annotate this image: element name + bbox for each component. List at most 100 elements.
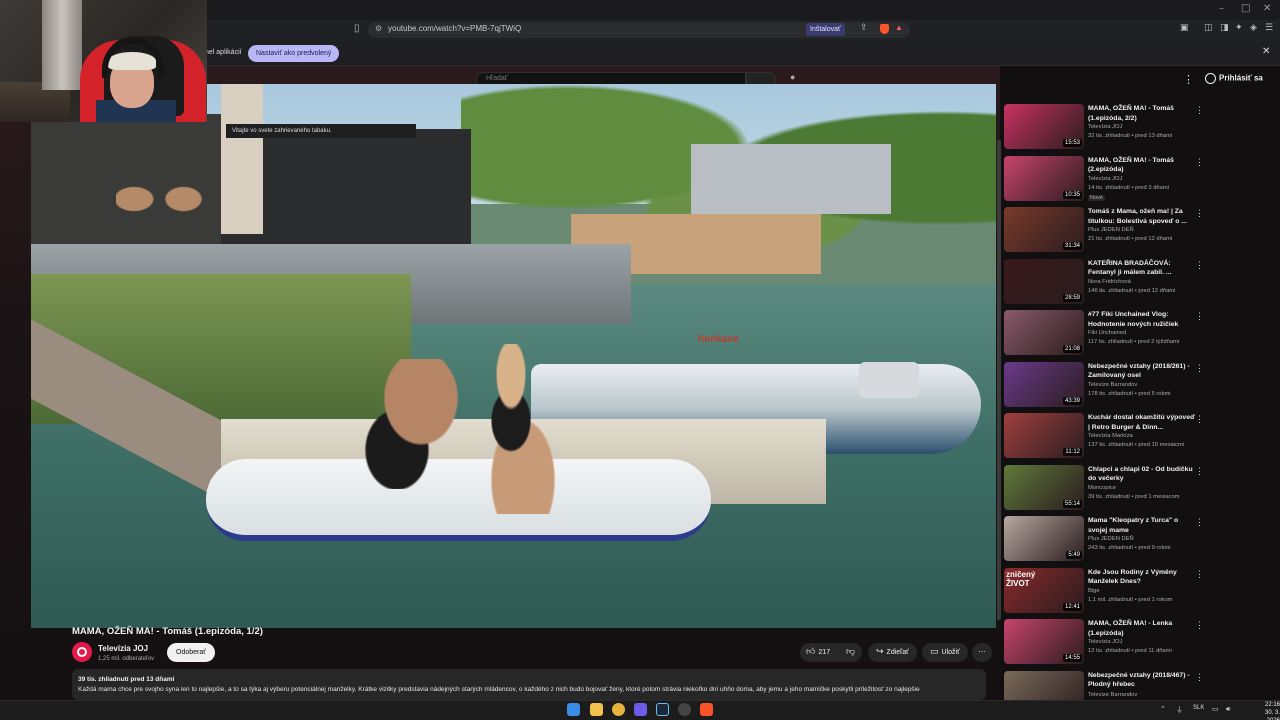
related-video-title[interactable]: Tomáš z Mama, ožeň ma! | Za titulkou: Bo…	[1088, 207, 1196, 226]
related-video-channel[interactable]: Fiki Unchained	[1088, 330, 1126, 336]
related-video-title[interactable]: Kuchár dostal okamžitú výpoveď | Retro B…	[1088, 413, 1196, 432]
related-video-item[interactable]: 43:39 Nebezpečné vztahy (2018/261) - Zami…	[1001, 359, 1211, 411]
related-video-menu-icon[interactable]: ⋮	[1195, 157, 1204, 168]
clock[interactable]: 22:16 30. 3. 2026	[1250, 701, 1280, 720]
related-video-title[interactable]: #77 Fiki Unchained Vlog: Hodnotenie nový…	[1088, 310, 1196, 329]
related-video-channel[interactable]: Bige	[1088, 588, 1100, 594]
related-video-title[interactable]: Chlapci a chlapi 02 - Od budíčku do veče…	[1088, 465, 1196, 484]
close-window-icon[interactable]: ✕	[1263, 3, 1271, 14]
vpn-icon[interactable]: ◈	[1250, 23, 1257, 33]
related-video-menu-icon[interactable]: ⋮	[1195, 363, 1204, 374]
related-video-item[interactable]: 10:35 MAMA, OŽEŇ MA! - Tomáš (2.epizóda) T…	[1001, 153, 1211, 205]
file-explorer-icon[interactable]	[590, 703, 603, 716]
signin-button[interactable]: Prihlásiť sa	[1205, 73, 1263, 84]
more-options-icon[interactable]: ⋮	[1183, 73, 1194, 86]
related-video-menu-icon[interactable]: ⋮	[1195, 208, 1204, 219]
related-video-channel[interactable]: Moncopice	[1088, 485, 1116, 491]
sidebar-icon[interactable]: ◫	[1204, 23, 1213, 33]
tabs-icon[interactable]: ▣	[1180, 23, 1189, 33]
video-thumbnail[interactable]	[1004, 670, 1084, 700]
volume-icon[interactable]: 🔊︎	[1226, 705, 1230, 714]
video-thumbnail[interactable]: 31:34	[1004, 207, 1084, 252]
more-actions-button[interactable]: ⋯	[972, 643, 992, 662]
video-thumbnail[interactable]: 28:59	[1004, 258, 1084, 304]
video-thumbnail[interactable]: 14:55	[1004, 619, 1084, 664]
related-video-title[interactable]: KATEŘINA BRADÁČOVÁ: Fentanyl ji málem za…	[1088, 259, 1196, 278]
related-video-item[interactable]: 28:59 KATEŘINA BRADÁČOVÁ: Fentanyl ji mál…	[1001, 256, 1211, 308]
video-thumbnail[interactable]: 15:53	[1004, 104, 1084, 149]
related-video-channel[interactable]: Televízia Markíza	[1088, 433, 1133, 439]
windows-start-icon[interactable]	[567, 703, 580, 716]
tray-usb-icon[interactable]: ⏚	[1176, 705, 1183, 715]
extensions-icon[interactable]: ◨	[1220, 23, 1229, 33]
related-video-channel[interactable]: Nora Fridrichová	[1088, 279, 1131, 285]
share-icon[interactable]: ⇪	[860, 23, 868, 33]
related-video-title[interactable]: MAMA, OŽEŇ MA! - Lenka (1.epizóda)	[1088, 619, 1196, 638]
video-thumbnail[interactable]: 55:14	[1004, 464, 1084, 510]
related-video-item[interactable]: 21:08 #77 Fiki Unchained Vlog: Hodnotenie…	[1001, 307, 1211, 359]
leo-icon[interactable]: ✦	[1235, 23, 1243, 33]
video-thumbnail[interactable]: 43:39	[1004, 361, 1084, 407]
related-video-title[interactable]: MAMA, OŽEŇ MA! - Tomáš (2.epizóda)	[1088, 156, 1196, 175]
maximize-icon[interactable]: □	[1241, 3, 1250, 14]
subscribe-button[interactable]: Odoberať	[167, 643, 215, 662]
related-video-item[interactable]: 11:12 Kuchár dostal okamžitú výpoveď | Re…	[1001, 410, 1211, 462]
related-video-menu-icon[interactable]: ⋮	[1195, 260, 1204, 271]
related-video-menu-icon[interactable]: ⋮	[1195, 517, 1204, 528]
menu-icon[interactable]: ☰	[1265, 23, 1273, 33]
video-thumbnail[interactable]: 5:49	[1004, 516, 1084, 561]
like-button[interactable]: 👍︎ 217	[800, 643, 840, 662]
description-box[interactable]	[72, 669, 986, 700]
video-thumbnail[interactable]: 10:35	[1004, 155, 1084, 201]
bookmark-icon[interactable]: ▯	[354, 23, 360, 34]
related-video-menu-icon[interactable]: ⋮	[1195, 672, 1204, 683]
related-video-title[interactable]: Nebezpečné vztahy (2018/261) - Zamilovan…	[1088, 362, 1196, 381]
brave-shields-icon[interactable]	[880, 24, 889, 34]
related-video-channel[interactable]: Televízia JOJ	[1088, 639, 1122, 645]
save-button[interactable]: ▭ Uložiť	[922, 643, 968, 662]
video-thumbnail[interactable]: zničený ŽIVOT 12:41	[1004, 567, 1084, 613]
network-icon[interactable]: ▭	[1212, 705, 1219, 713]
related-video-item[interactable]: 14:55 MAMA, OŽEŇ MA! - Lenka (1.epizóda) T…	[1001, 616, 1211, 668]
related-video-menu-icon[interactable]: ⋮	[1195, 105, 1204, 116]
video-player[interactable]: Vitajte vo svete zahrievaného tabaku.	[31, 84, 996, 628]
related-video-channel[interactable]: Televize Barrandov	[1088, 382, 1137, 388]
share-button[interactable]: ↪ Zdieľať	[868, 643, 917, 662]
related-video-menu-icon[interactable]: ⋮	[1195, 311, 1204, 322]
install-app-button[interactable]: Inštalovať	[806, 23, 845, 36]
related-video-channel[interactable]: Televízia JOJ	[1088, 124, 1122, 130]
related-video-channel[interactable]: Plus JEDEN DEŇ	[1088, 536, 1134, 542]
related-video-item[interactable]: 31:34 Tomáš z Mama, ožeň ma! | Za titulko…	[1001, 204, 1211, 256]
microphone-icon[interactable]: ●	[790, 72, 795, 82]
related-video-channel[interactable]: Televize Barrandov	[1088, 692, 1137, 698]
related-video-menu-icon[interactable]: ⋮	[1195, 414, 1204, 425]
discord-icon[interactable]	[634, 703, 647, 716]
related-video-item[interactable]: zničený ŽIVOT 12:41 Kde Jsou Rodiny z Výmě…	[1001, 565, 1211, 617]
minimize-icon[interactable]: –	[1219, 3, 1224, 14]
keyboard-language[interactable]: SLK	[1193, 705, 1204, 711]
related-video-channel[interactable]: Televízia JOJ	[1088, 176, 1122, 182]
steam-icon[interactable]	[656, 703, 669, 716]
channel-name[interactable]: Televízia JOJ	[98, 644, 148, 653]
video-thumbnail[interactable]: 21:08	[1004, 310, 1084, 355]
chrome-icon[interactable]	[612, 703, 625, 716]
related-video-menu-icon[interactable]: ⋮	[1195, 569, 1204, 580]
related-video-channel[interactable]: Plus JEDEN DEŇ	[1088, 227, 1134, 233]
related-video-title[interactable]: Nebezpečné vztahy (2018/467) - Plodný hř…	[1088, 671, 1196, 690]
rewards-icon[interactable]: ▲	[895, 23, 903, 32]
related-video-item[interactable]: 55:14 Chlapci a chlapi 02 - Od budíčku do…	[1001, 462, 1211, 514]
related-video-menu-icon[interactable]: ⋮	[1195, 466, 1204, 477]
related-video-title[interactable]: Mama "Kleopatry z Turca" o svojej mame	[1088, 516, 1196, 535]
brave-taskbar-icon[interactable]	[700, 703, 713, 716]
set-default-button[interactable]: Nastaviť ako predvolený	[248, 45, 340, 62]
dislike-button[interactable]: 👎︎	[840, 643, 862, 662]
related-video-item[interactable]: 15:53 MAMA, OŽEŇ MA! - Tomáš (1.epizóda, …	[1001, 101, 1211, 153]
obs-icon[interactable]	[678, 703, 691, 716]
video-thumbnail[interactable]: 11:12	[1004, 413, 1084, 458]
related-video-menu-icon[interactable]: ⋮	[1195, 620, 1204, 631]
related-video-item[interactable]: 5:49 Mama "Kleopatry z Turca" o svojej ma…	[1001, 513, 1211, 565]
site-info-icon[interactable]: ⚙	[375, 24, 382, 33]
related-video-title[interactable]: MAMA, OŽEŇ MA! - Tomáš (1.epizóda, 2/2)	[1088, 104, 1196, 123]
related-video-title[interactable]: Kde Jsou Rodiny z Výměny Manželek Dnes?	[1088, 568, 1196, 587]
related-video-item[interactable]: Nebezpečné vztahy (2018/467) - Plodný hř…	[1001, 668, 1211, 700]
